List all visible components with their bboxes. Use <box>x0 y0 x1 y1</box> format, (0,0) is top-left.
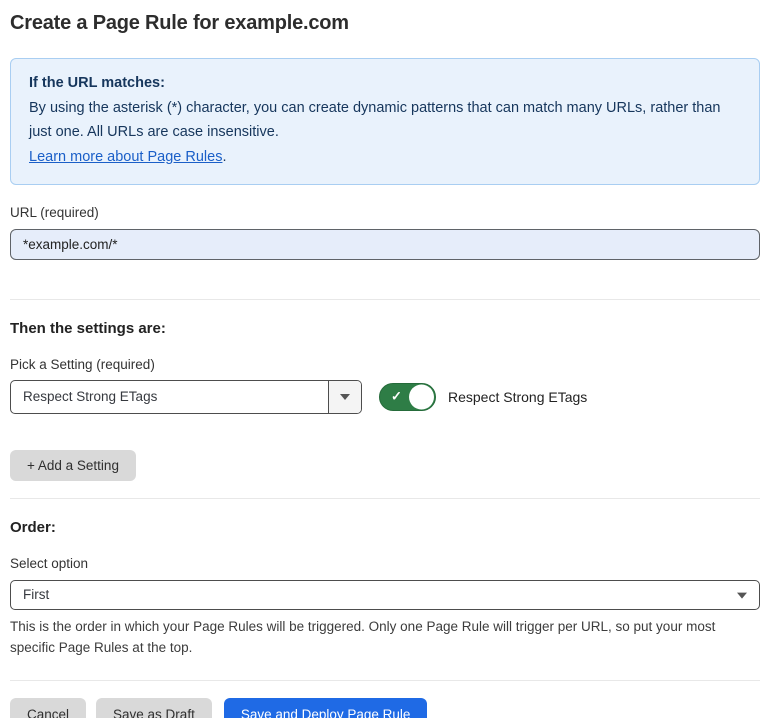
order-help-text: This is the order in which your Page Rul… <box>10 616 750 659</box>
url-match-info-box: If the URL matches: By using the asteris… <box>10 58 760 185</box>
setting-dropdown-value: Respect Strong ETags <box>11 381 328 413</box>
setting-toggle-label: Respect Strong ETags <box>448 389 587 405</box>
cancel-button[interactable]: Cancel <box>10 698 86 718</box>
order-select[interactable]: First <box>10 580 760 610</box>
order-select-value: First <box>23 587 49 602</box>
save-as-draft-button[interactable]: Save as Draft <box>96 698 212 718</box>
setting-dropdown[interactable]: Respect Strong ETags <box>10 380 362 414</box>
setting-row: Respect Strong ETags ✓ Respect Strong ET… <box>10 380 760 414</box>
save-and-deploy-button[interactable]: Save and Deploy Page Rule <box>224 698 428 718</box>
footer-actions: Cancel Save as Draft Save and Deploy Pag… <box>10 698 760 718</box>
link-suffix: . <box>222 149 226 165</box>
info-box-heading: If the URL matches: <box>29 72 741 96</box>
chevron-down-icon <box>737 592 747 598</box>
pick-setting-label: Pick a Setting (required) <box>10 357 760 372</box>
setting-toggle-group: ✓ Respect Strong ETags <box>379 383 587 411</box>
divider <box>10 498 760 499</box>
divider <box>10 299 760 300</box>
setting-toggle-switch[interactable]: ✓ <box>379 383 436 411</box>
order-section-heading: Order: <box>10 519 760 536</box>
settings-section-heading: Then the settings are: <box>10 320 760 337</box>
info-box-body: By using the asterisk (*) character, you… <box>29 97 729 145</box>
learn-more-link[interactable]: Learn more about Page Rules <box>29 149 222 165</box>
create-page-rule-form: Create a Page Rule for example.com If th… <box>0 0 769 718</box>
chevron-down-icon <box>340 394 350 400</box>
order-select-label: Select option <box>10 556 760 571</box>
check-icon: ✓ <box>391 388 402 404</box>
info-box-link-row: Learn more about Page Rules. <box>29 146 741 170</box>
url-field-label: URL (required) <box>10 205 760 220</box>
divider <box>10 680 760 681</box>
toggle-knob <box>409 384 434 409</box>
add-setting-button[interactable]: + Add a Setting <box>10 450 136 481</box>
url-input[interactable] <box>10 229 760 260</box>
setting-dropdown-caret-button[interactable] <box>328 381 361 413</box>
page-title: Create a Page Rule for example.com <box>10 12 760 35</box>
